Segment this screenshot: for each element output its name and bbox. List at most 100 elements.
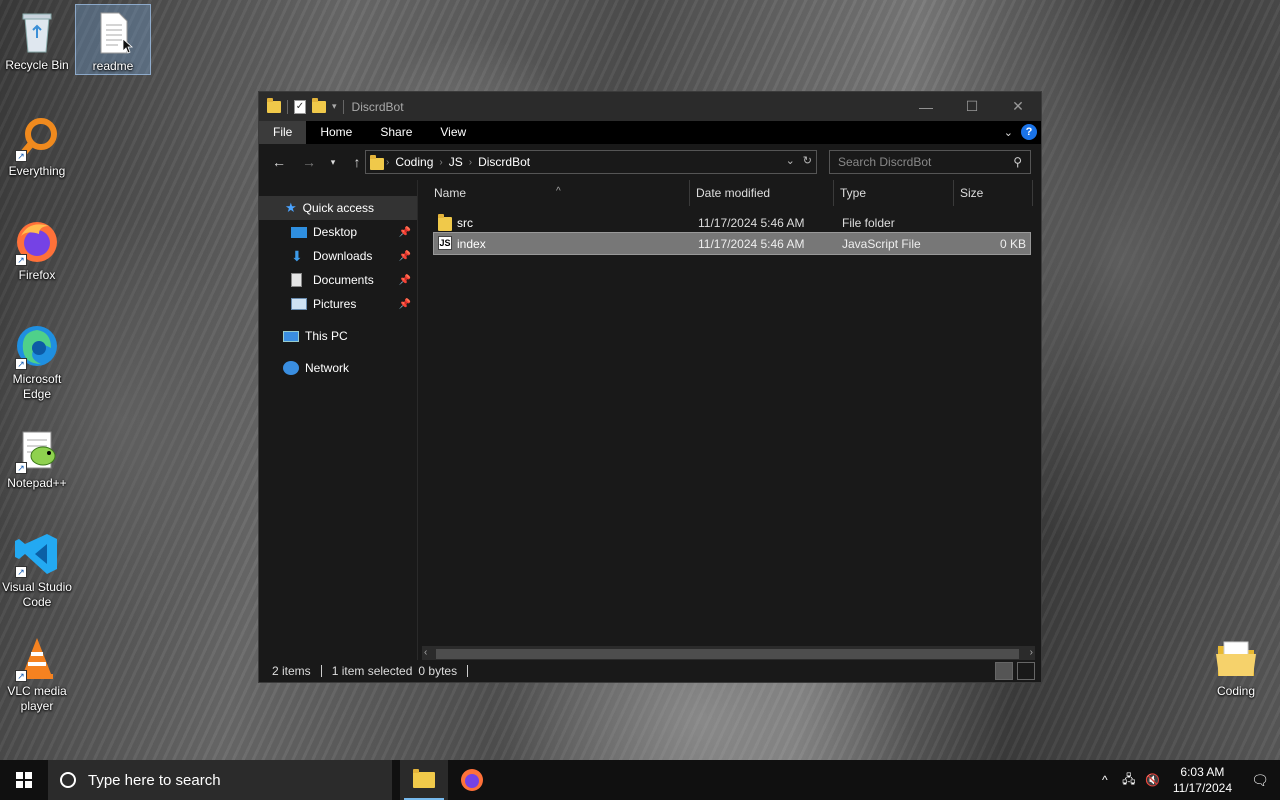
search-input[interactable]: Search DiscrdBot ⚲ <box>829 150 1031 174</box>
address-history-chevron-icon[interactable]: ⌄ <box>786 154 795 167</box>
clock[interactable]: 6:03 AM 11/17/2024 <box>1165 764 1240 796</box>
start-button[interactable] <box>0 760 48 800</box>
shortcut-arrow-icon: ↗ <box>15 670 27 682</box>
maximize-button[interactable]: ☐ <box>949 92 995 121</box>
computer-icon <box>283 330 299 342</box>
large-icons-view-button[interactable] <box>1017 662 1035 680</box>
ribbon-tabs: File Home Share View ⌄ ? <box>259 121 1041 144</box>
desktop-icon-recycle-bin[interactable]: Recycle Bin <box>0 4 74 74</box>
clock-date: 11/17/2024 <box>1172 781 1232 795</box>
download-icon: ⬇ <box>291 248 303 264</box>
network-icon <box>283 361 299 375</box>
help-icon[interactable]: ? <box>1021 124 1037 140</box>
desktop-icon-edge[interactable]: ↗ Microsoft Edge <box>0 318 74 402</box>
shortcut-arrow-icon: ↗ <box>15 358 27 370</box>
file-list: ^ Name Date modified Type Size src 11/17… <box>418 180 1041 662</box>
window-title: DiscrdBot <box>351 99 404 114</box>
navigation-pane: ★ Quick access Desktop 📌 ⬇ Downloads 📌 D… <box>259 180 417 662</box>
folder-icon <box>438 214 452 231</box>
column-name[interactable]: Name <box>434 186 466 200</box>
desktop-icon-firefox[interactable]: ↗ Firefox <box>0 214 74 283</box>
file-explorer-window: ✓ ▾ DiscrdBot — ☐ ✕ File Home Share View… <box>258 91 1042 683</box>
taskbar-search-box[interactable]: Type here to search <box>48 760 392 800</box>
status-selected: 1 item selected <box>331 664 413 678</box>
notification-center-icon[interactable]: 🗨 <box>1240 772 1280 789</box>
search-icon <box>60 772 76 788</box>
breadcrumb-discrdbot[interactable]: DiscrdBot <box>478 155 530 169</box>
refresh-icon[interactable]: ↻ <box>803 154 812 167</box>
customize-toolbar-chevron-icon[interactable]: ▾ <box>332 101 337 112</box>
folder-icon <box>267 97 281 113</box>
tab-share[interactable]: Share <box>366 121 426 144</box>
nav-desktop[interactable]: Desktop 📌 <box>259 220 417 244</box>
nav-quick-access[interactable]: ★ Quick access <box>259 196 417 220</box>
taskbar-file-explorer[interactable] <box>400 760 448 800</box>
desktop-icon-vlc[interactable]: ↗ VLC media player <box>0 630 74 714</box>
nav-documents[interactable]: Documents 📌 <box>259 268 417 292</box>
address-row: ← → ▾ ↑ › Coding › JS › DiscrdBot ⌄ ↻ Se… <box>259 144 1041 180</box>
tab-view[interactable]: View <box>426 121 480 144</box>
system-tray: ^ 🖧 🔇 6:03 AM 11/17/2024 🗨 <box>1093 760 1280 800</box>
close-button[interactable]: ✕ <box>995 92 1041 121</box>
column-size[interactable]: Size <box>960 186 983 200</box>
properties-icon[interactable]: ✓ <box>294 99 306 114</box>
new-folder-icon[interactable] <box>312 97 326 113</box>
expand-ribbon-chevron-icon[interactable]: ⌄ <box>1004 126 1013 139</box>
divider <box>342 99 344 114</box>
scroll-left-icon[interactable]: ‹ <box>424 647 427 658</box>
nav-this-pc[interactable]: This PC <box>259 324 417 348</box>
desktop-icon-notepadpp[interactable]: ↗ Notepad++ <box>0 422 74 491</box>
recent-locations-chevron-icon[interactable]: ▾ <box>321 157 345 168</box>
breadcrumb-separator-icon: › <box>468 156 473 168</box>
desktop-icon-everything[interactable]: ↗ Everything <box>0 110 74 179</box>
desktop-icon <box>291 226 307 238</box>
status-bar: 2 items 1 item selected 0 bytes <box>259 660 1041 682</box>
nav-pictures[interactable]: Pictures 📌 <box>259 292 417 316</box>
text-document-icon <box>89 9 137 57</box>
show-hidden-icons-chevron-icon[interactable]: ^ <box>1093 773 1117 787</box>
nav-downloads[interactable]: ⬇ Downloads 📌 <box>259 244 417 268</box>
breadcrumb-separator-icon: › <box>439 156 443 168</box>
breadcrumb-coding[interactable]: Coding <box>395 155 433 169</box>
desktop-icon-coding[interactable]: Coding <box>1199 630 1273 699</box>
folder-icon <box>370 154 384 170</box>
file-row-src[interactable]: src 11/17/2024 5:46 AM File folder <box>434 212 1030 233</box>
desktop-icon-readme[interactable]: readme <box>75 4 151 75</box>
taskbar-firefox[interactable] <box>448 760 496 800</box>
file-row-index[interactable]: JS index 11/17/2024 5:46 AM JavaScript F… <box>433 232 1031 255</box>
pin-icon: 📌 <box>398 274 411 286</box>
nav-network[interactable]: Network <box>259 356 417 380</box>
title-bar[interactable]: ✓ ▾ DiscrdBot — ☐ ✕ <box>259 92 1041 121</box>
status-item-count: 2 items <box>272 664 311 678</box>
tab-home[interactable]: Home <box>306 121 366 144</box>
vscode-icon: ↗ <box>13 530 61 578</box>
pin-icon: 📌 <box>398 226 411 238</box>
search-icon: ⚲ <box>1013 155 1022 169</box>
breadcrumb-js[interactable]: JS <box>449 155 463 169</box>
clock-time: 6:03 AM <box>1180 765 1225 779</box>
network-icon[interactable]: 🖧 <box>1117 770 1141 791</box>
address-bar[interactable]: › Coding › JS › DiscrdBot ⌄ ↻ <box>365 150 817 174</box>
star-icon: ★ <box>285 200 297 215</box>
shortcut-arrow-icon: ↗ <box>15 462 27 474</box>
details-view-button[interactable] <box>995 662 1013 680</box>
desktop-icon-vscode[interactable]: ↗ Visual Studio Code <box>0 526 74 610</box>
back-arrow-icon[interactable]: ← <box>267 154 291 170</box>
windows-logo-icon <box>16 772 32 788</box>
scroll-right-icon[interactable]: › <box>1030 647 1033 658</box>
scrollbar-thumb[interactable] <box>436 649 1019 659</box>
forward-arrow-icon[interactable]: → <box>297 154 321 170</box>
volume-muted-icon[interactable]: 🔇 <box>1141 773 1165 787</box>
column-date-modified[interactable]: Date modified <box>696 186 770 200</box>
vlc-icon: ↗ <box>13 634 61 682</box>
recycle-bin-icon <box>13 8 61 56</box>
edge-icon: ↗ <box>13 322 61 370</box>
taskbar: Type here to search ^ 🖧 🔇 6:03 AM 11/17/… <box>0 760 1280 800</box>
tab-file[interactable]: File <box>259 121 307 144</box>
document-icon <box>291 273 302 287</box>
breadcrumb-separator-icon: › <box>386 156 390 168</box>
firefox-icon: ↗ <box>13 218 61 266</box>
minimize-button[interactable]: — <box>903 92 949 121</box>
explorer-body: ★ Quick access Desktop 📌 ⬇ Downloads 📌 D… <box>259 180 1041 662</box>
column-type[interactable]: Type <box>840 186 866 200</box>
